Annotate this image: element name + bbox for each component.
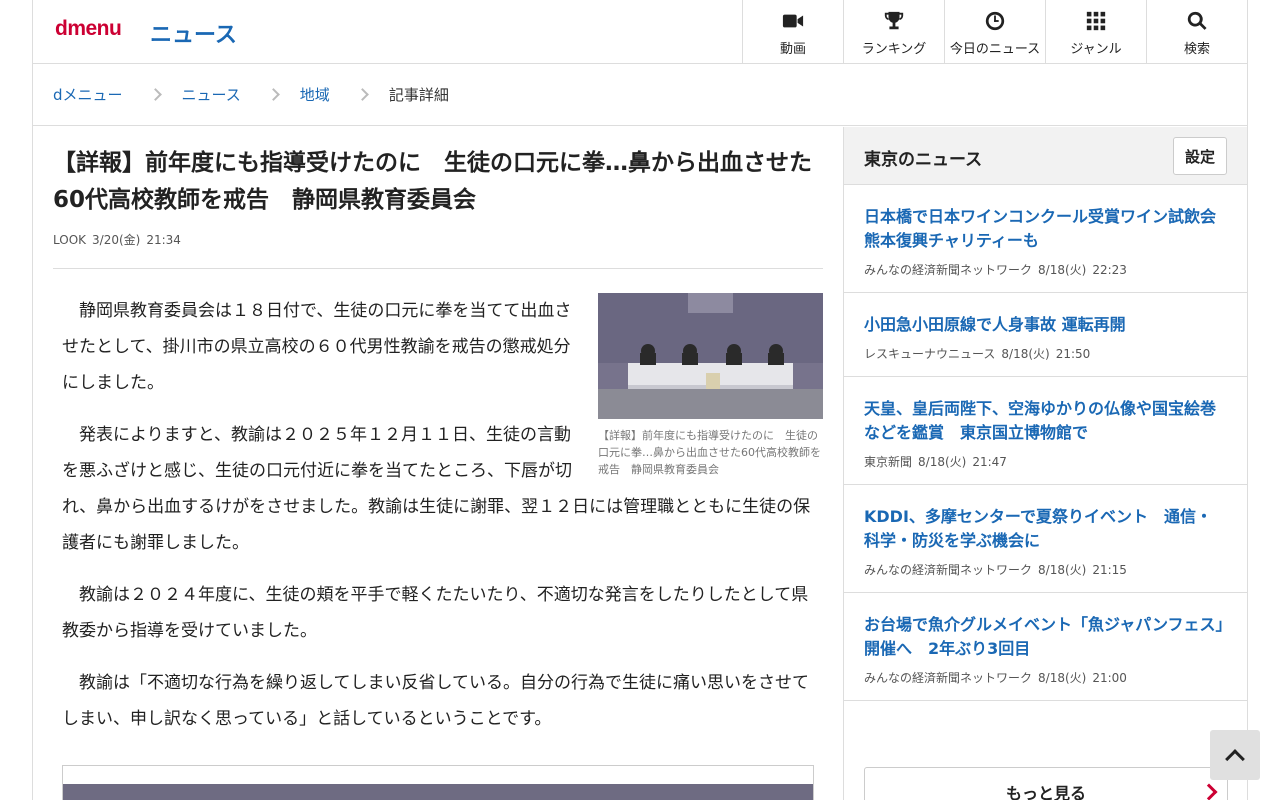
news-item-meta: みんなの経済新聞ネットワーク 8/18(火) 21:00 [864,669,1227,700]
news-item-meta: 東京新聞 8/18(火) 21:47 [864,453,1227,484]
sidebar-news: 東京のニュース 設定 日本橋で日本ワインコンクール受賞ワイン試飲会 熊本復興チャ… [843,127,1247,800]
chevron-right-icon [148,88,162,101]
breadcrumb-news[interactable]: ニュース [182,84,241,105]
sidebar-news-item[interactable]: 天皇、皇后両陛下、空海ゆかりの仏像や国宝絵巻などを鑑賞 東京国立博物館で 東京新… [844,377,1247,485]
sidebar-news-item[interactable]: お台場で魚介グルメイベント「魚ジャパンフェス」開催へ 2年ぶり3回目 みんなの経… [844,593,1247,701]
article-source[interactable]: LOOK [53,233,86,247]
news-item-meta: みんなの経済新聞ネットワーク 8/18(火) 22:23 [864,261,1227,292]
grid-icon [1086,11,1106,31]
news-item-meta: レスキューナウニュース 8/18(火) 21:50 [864,345,1227,376]
chevron-right-icon [266,88,280,101]
sidebar-title: 東京のニュース [864,150,983,170]
nav-today-label: 今日のニュース [949,42,1041,57]
news-item-title[interactable]: KDDI、多摩センターで夏祭りイベント 通信・科学・防災を学ぶ機会に [864,505,1227,553]
news-item-title[interactable]: 日本橋で日本ワインコンクール受賞ワイン試飲会 熊本復興チャリティーも [864,205,1232,253]
nav-today[interactable]: 今日のニュース [944,0,1045,64]
news-item-title[interactable]: 天皇、皇后両陛下、空海ゆかりの仏像や国宝絵巻などを鑑賞 東京国立博物館で [864,397,1227,445]
news-item-meta: みんなの経済新聞ネットワーク 8/18(火) 21:15 [864,561,1227,592]
dmenu-logo[interactable]: dmenu [55,17,122,41]
article-photo[interactable] [598,293,823,419]
news-item-source: みんなの経済新聞ネットワーク [864,263,1033,277]
news-item-source: レスキューナウニュース [864,347,996,361]
photo-caption: 【詳報】前年度にも指導受けたのに 生徒の口元に拳…鼻から出血させた60代高校教師… [598,429,821,476]
article: 【詳報】前年度にも指導受けたのに 生徒の口元に拳…鼻から出血させた60代高校教師… [53,127,823,753]
chevron-up-icon [1225,749,1245,769]
article-date: 3/20(金) [92,233,141,247]
news-item-source: みんなの経済新聞ネットワーク [864,563,1033,577]
article-meta: LOOK 3/20(金) 21:34 [53,231,823,248]
article-body: 【詳報】前年度にも指導受けたのに 生徒の口元に拳…鼻から出血させた60代高校教師… [53,293,823,737]
page-frame: dmenu ニュース 動画 ランキング 今日のニュース ジャンル 検索 dメニュ… [32,0,1248,800]
press-conference-image [598,293,823,419]
news-item-time: 21:15 [1092,563,1127,577]
sidebar-header: 東京のニュース 設定 [844,127,1247,185]
video-camera-icon [782,14,804,28]
nav-video[interactable]: 動画 [742,0,843,64]
more-button[interactable]: もっと見る [864,767,1228,800]
news-item-time: 21:47 [972,455,1007,469]
breadcrumb-region[interactable]: 地域 [300,84,330,105]
article-paragraph: 教諭は２０２４年度に、生徒の頬を平手で軽くたたいたり、不適切な発言をしたりしたと… [62,585,809,641]
chevron-right-icon [1200,783,1218,800]
breadcrumb-article: 記事詳細 [388,86,449,104]
second-photo-image [63,784,813,800]
more-button-label: もっと見る [1005,784,1086,800]
settings-button[interactable]: 設定 [1173,137,1227,175]
trophy-icon [884,11,904,30]
news-item-date: 8/18(火) [1038,563,1087,577]
nav-genre[interactable]: ジャンル [1045,0,1146,64]
nav-ranking[interactable]: ランキング [843,0,944,64]
news-item-date: 8/18(火) [1001,347,1050,361]
news-item-time: 21:00 [1092,671,1127,685]
article-headline: 【詳報】前年度にも指導受けたのに 生徒の口元に拳…鼻から出血させた60代高校教師… [53,150,812,213]
sidebar-news-item[interactable]: KDDI、多摩センターで夏祭りイベント 通信・科学・防災を学ぶ機会に みんなの経… [844,485,1247,593]
nav-ranking-label: ランキング [861,42,927,57]
news-item-title[interactable]: 小田急小田原線で人身事故 運転再開 [864,313,1227,337]
article-time: 21:34 [146,233,181,247]
nav-search[interactable]: 検索 [1146,0,1247,64]
sidebar-news-item[interactable]: 小田急小田原線で人身事故 運転再開 レスキューナウニュース 8/18(火) 21:5… [844,293,1247,377]
header-nav: 動画 ランキング 今日のニュース ジャンル 検索 [742,0,1247,64]
divider [53,268,823,269]
chevron-right-icon [355,88,369,101]
news-item-time: 21:50 [1055,347,1091,361]
sidebar-news-item[interactable]: 日本橋で日本ワインコンクール受賞ワイン試飲会 熊本復興チャリティーも みんなの経… [844,185,1247,293]
article-photo-box: 【詳報】前年度にも指導受けたのに 生徒の口元に拳…鼻から出血させた60代高校教師… [598,293,823,478]
news-item-date: 8/18(火) [1038,263,1087,277]
news-item-title[interactable]: お台場で魚介グルメイベント「魚ジャパンフェス」開催へ 2年ぶり3回目 [864,613,1227,661]
news-item-date: 8/18(火) [1038,671,1087,685]
article-second-photo[interactable] [62,765,814,800]
clock-icon [985,11,1005,31]
breadcrumb: dメニュー ニュース 地域 記事詳細 [33,64,1247,126]
section-title[interactable]: ニュース [150,17,237,49]
news-item-source: 東京新聞 [864,455,913,469]
news-item-time: 22:23 [1092,263,1127,277]
nav-video-label: 動画 [779,42,806,57]
search-icon [1187,11,1207,30]
nav-search-label: 検索 [1183,42,1210,57]
news-item-source: みんなの経済新聞ネットワーク [864,671,1033,685]
nav-genre-label: ジャンル [1070,42,1122,57]
site-header: dmenu ニュース 動画 ランキング 今日のニュース ジャンル 検索 [33,0,1247,64]
news-item-date: 8/18(火) [918,455,967,469]
scroll-to-top-button[interactable] [1210,730,1260,780]
article-paragraph: 教諭は「不適切な行為を繰り返してしまい反省している。自分の行為で生徒に痛い思いを… [62,673,809,729]
breadcrumb-dmenu[interactable]: dメニュー [53,84,123,105]
